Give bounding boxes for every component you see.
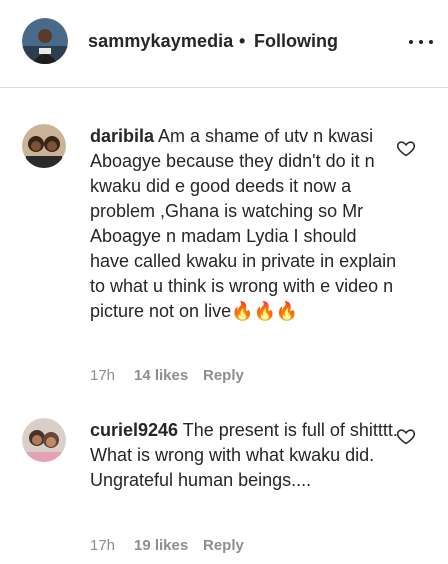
comment-text: daribila Am a shame of utv n kwasi Aboag… bbox=[90, 124, 400, 324]
post-header: sammykaymedia • Following bbox=[0, 0, 448, 88]
comment-text: curiel9246 The present is full of shittt… bbox=[90, 418, 400, 493]
commenter-avatar[interactable] bbox=[22, 418, 66, 462]
profile-avatar[interactable] bbox=[22, 18, 68, 64]
follow-status[interactable]: Following bbox=[254, 31, 338, 52]
commenter-avatar[interactable] bbox=[22, 124, 66, 168]
comment-time: 17h bbox=[90, 537, 116, 554]
comment-time: 17h bbox=[90, 367, 116, 384]
like-heart-icon[interactable] bbox=[396, 138, 416, 158]
separator-dot: • bbox=[239, 31, 246, 51]
comment-username[interactable]: daribila bbox=[90, 126, 154, 146]
reply-button[interactable]: Reply bbox=[203, 537, 244, 554]
header-username[interactable]: sammykaymedia bbox=[88, 31, 233, 52]
like-heart-icon[interactable] bbox=[396, 426, 416, 446]
comment-likes[interactable]: 19 likes bbox=[134, 537, 188, 554]
comment-body: Am a shame of utv n kwasi Aboagye becaus… bbox=[90, 126, 402, 321]
more-options-icon[interactable] bbox=[408, 30, 438, 54]
comment-likes[interactable]: 14 likes bbox=[134, 367, 188, 384]
reply-button[interactable]: Reply bbox=[203, 367, 244, 384]
comment-username[interactable]: curiel9246 bbox=[90, 420, 178, 440]
